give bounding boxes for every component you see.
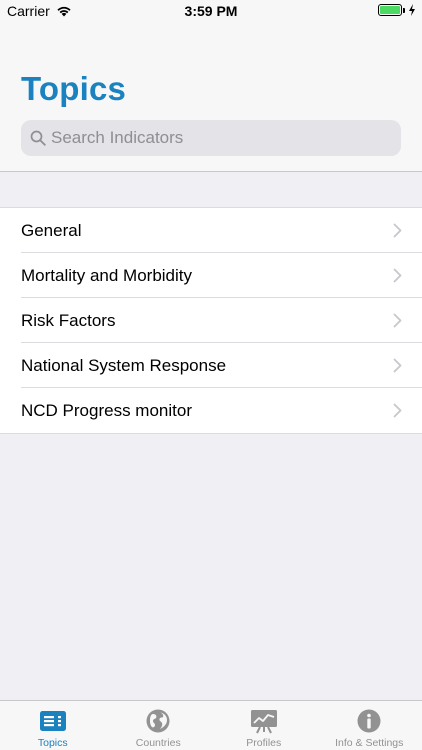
chevron-right-icon: [393, 268, 402, 283]
list-item-label: National System Response: [21, 355, 227, 375]
battery-icon: [378, 4, 402, 16]
list-item-national-system-response[interactable]: National System Response: [0, 343, 422, 388]
tab-info-settings[interactable]: Info & Settings: [317, 701, 422, 750]
list-item-general[interactable]: General: [0, 208, 422, 253]
search-icon: [30, 130, 46, 146]
chevron-right-icon: [393, 223, 402, 238]
status-time: 3:59 PM: [184, 3, 238, 19]
globe-icon: [146, 709, 170, 733]
status-bar: Carrier 3:59 PM: [0, 0, 422, 22]
battery-group: [378, 4, 416, 16]
search-bar[interactable]: [21, 120, 401, 156]
tab-profiles[interactable]: Profiles: [211, 701, 317, 750]
tab-label: Profiles: [246, 737, 282, 749]
page-title: Topics: [21, 70, 127, 107]
chevron-right-icon: [393, 358, 402, 373]
chart-easel-icon: [250, 710, 277, 734]
info-icon: [357, 709, 381, 733]
list-item-risk-factors[interactable]: Risk Factors: [0, 298, 422, 343]
chevron-right-icon: [393, 403, 402, 418]
battery-cap: [403, 7, 405, 13]
charging-bolt-icon: [409, 4, 415, 16]
list-item-label: NCD Progress monitor: [21, 400, 192, 420]
list-item-label: General: [21, 220, 82, 240]
tab-topics[interactable]: Topics: [0, 701, 106, 750]
list-item-mortality-morbidity[interactable]: Mortality and Morbidity: [0, 253, 422, 298]
tab-label: Countries: [135, 737, 181, 749]
list-icon: [39, 711, 66, 731]
tab-bar: Topics Countries Profiles Info & Setting…: [0, 700, 422, 750]
navigation-header: Topics: [0, 22, 422, 172]
screen: Carrier 3:59 PM Topics Search Indicators…: [0, 0, 422, 750]
tab-label: Info & Settings: [335, 737, 404, 749]
search-input[interactable]: [51, 128, 391, 148]
list-item-label: Risk Factors: [21, 310, 116, 330]
list-item-label: Mortality and Morbidity: [21, 265, 193, 285]
tab-label: Topics: [37, 737, 68, 749]
chevron-right-icon: [393, 313, 402, 328]
tab-countries[interactable]: Countries: [106, 701, 212, 750]
topics-list: General Mortality and Morbidity Risk Fac…: [0, 207, 422, 434]
list-item-ncd-progress-monitor[interactable]: NCD Progress monitor: [0, 388, 422, 433]
battery-fill: [380, 6, 400, 14]
